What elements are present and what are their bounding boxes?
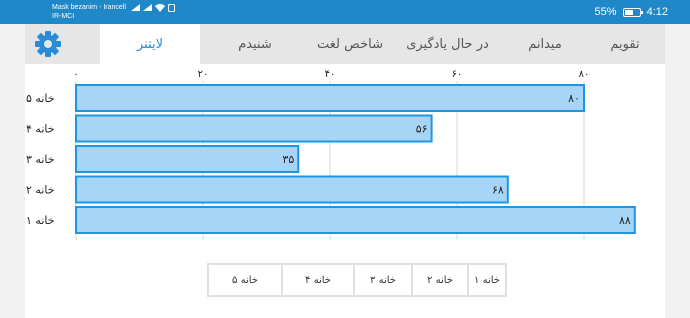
box-3-button[interactable]: خانه ۳ [353, 265, 411, 295]
right-margin [665, 24, 690, 318]
battery-percent: 55% [594, 6, 617, 18]
tab-bar: تقویم میدانم در حال یادگیری شاخص لغت شنی… [25, 24, 665, 64]
status-bar: Mask bezanim - Irancell IR-MCI 55% 4:12 [0, 0, 690, 24]
bar-value-label: ۳۵ [282, 153, 294, 166]
box-2-button[interactable]: خانه ۲ [411, 265, 467, 295]
x-tick-label: ۲۰ [198, 69, 209, 80]
nfc-icon [167, 3, 175, 12]
bar [75, 206, 636, 234]
category-label: خانه ۳ [26, 153, 55, 166]
status-right: 55% 4:12 [595, 6, 668, 18]
category-label: خانه ۵ [26, 92, 55, 105]
bar [75, 145, 300, 173]
bar-value-label: ۵۶ [416, 123, 428, 136]
bar-value-label: ۸۸ [619, 214, 631, 227]
bar-chart: ۰ ۲۰ ۴۰ ۶۰ ۸۰ ۸۰ خانه ۵ ۵۶ خانه ۴ ۳۵ خانه ۳ ۶۸ خانه … [26, 69, 636, 240]
wifi-icon [154, 3, 165, 12]
bar [75, 114, 433, 143]
bar-value-label: ۸۰ [568, 92, 580, 105]
gear-icon [34, 31, 61, 57]
box-4-button[interactable]: خانه ۴ [281, 265, 353, 295]
category-label: خانه ۱ [26, 214, 55, 227]
bar-value-label: ۶۸ [492, 184, 504, 197]
tab-leitner[interactable]: لایتنر [100, 24, 200, 64]
tab-heard[interactable]: شنیدم [200, 24, 310, 64]
box-selector: خانه ۱ خانه ۲ خانه ۳ خانه ۴ خانه ۵ [207, 263, 507, 297]
signal-icon [130, 4, 140, 11]
carrier-secondary: IR-MCI [52, 13, 75, 20]
x-tick-label: ۸۰ [579, 69, 590, 80]
bar [75, 175, 509, 204]
category-label: خانه ۲ [26, 184, 55, 197]
tab-calendar[interactable]: تقویم [585, 24, 665, 64]
tab-learning[interactable]: در حال یادگیری [390, 24, 505, 64]
category-label: خانه ۴ [26, 123, 55, 136]
carrier-info: Mask bezanim - Irancell IR-MCI [52, 3, 175, 21]
left-margin [0, 24, 25, 318]
box-1-button[interactable]: خانه ۱ [467, 265, 505, 295]
carrier-name: Mask bezanim - Irancell [52, 4, 126, 11]
x-tick-label: ۴۰ [325, 69, 336, 80]
tab-known[interactable]: میدانم [505, 24, 585, 64]
box-5-button[interactable]: خانه ۵ [209, 265, 281, 295]
clock: 4:12 [646, 6, 668, 18]
x-tick-label: ۶۰ [452, 69, 463, 80]
settings-button[interactable] [25, 24, 70, 64]
battery-icon [622, 7, 643, 17]
signal-icon [142, 4, 152, 11]
bar [75, 84, 585, 112]
tab-word-index[interactable]: شاخص لغت [310, 24, 390, 64]
x-tick-label: ۰ [73, 69, 78, 80]
